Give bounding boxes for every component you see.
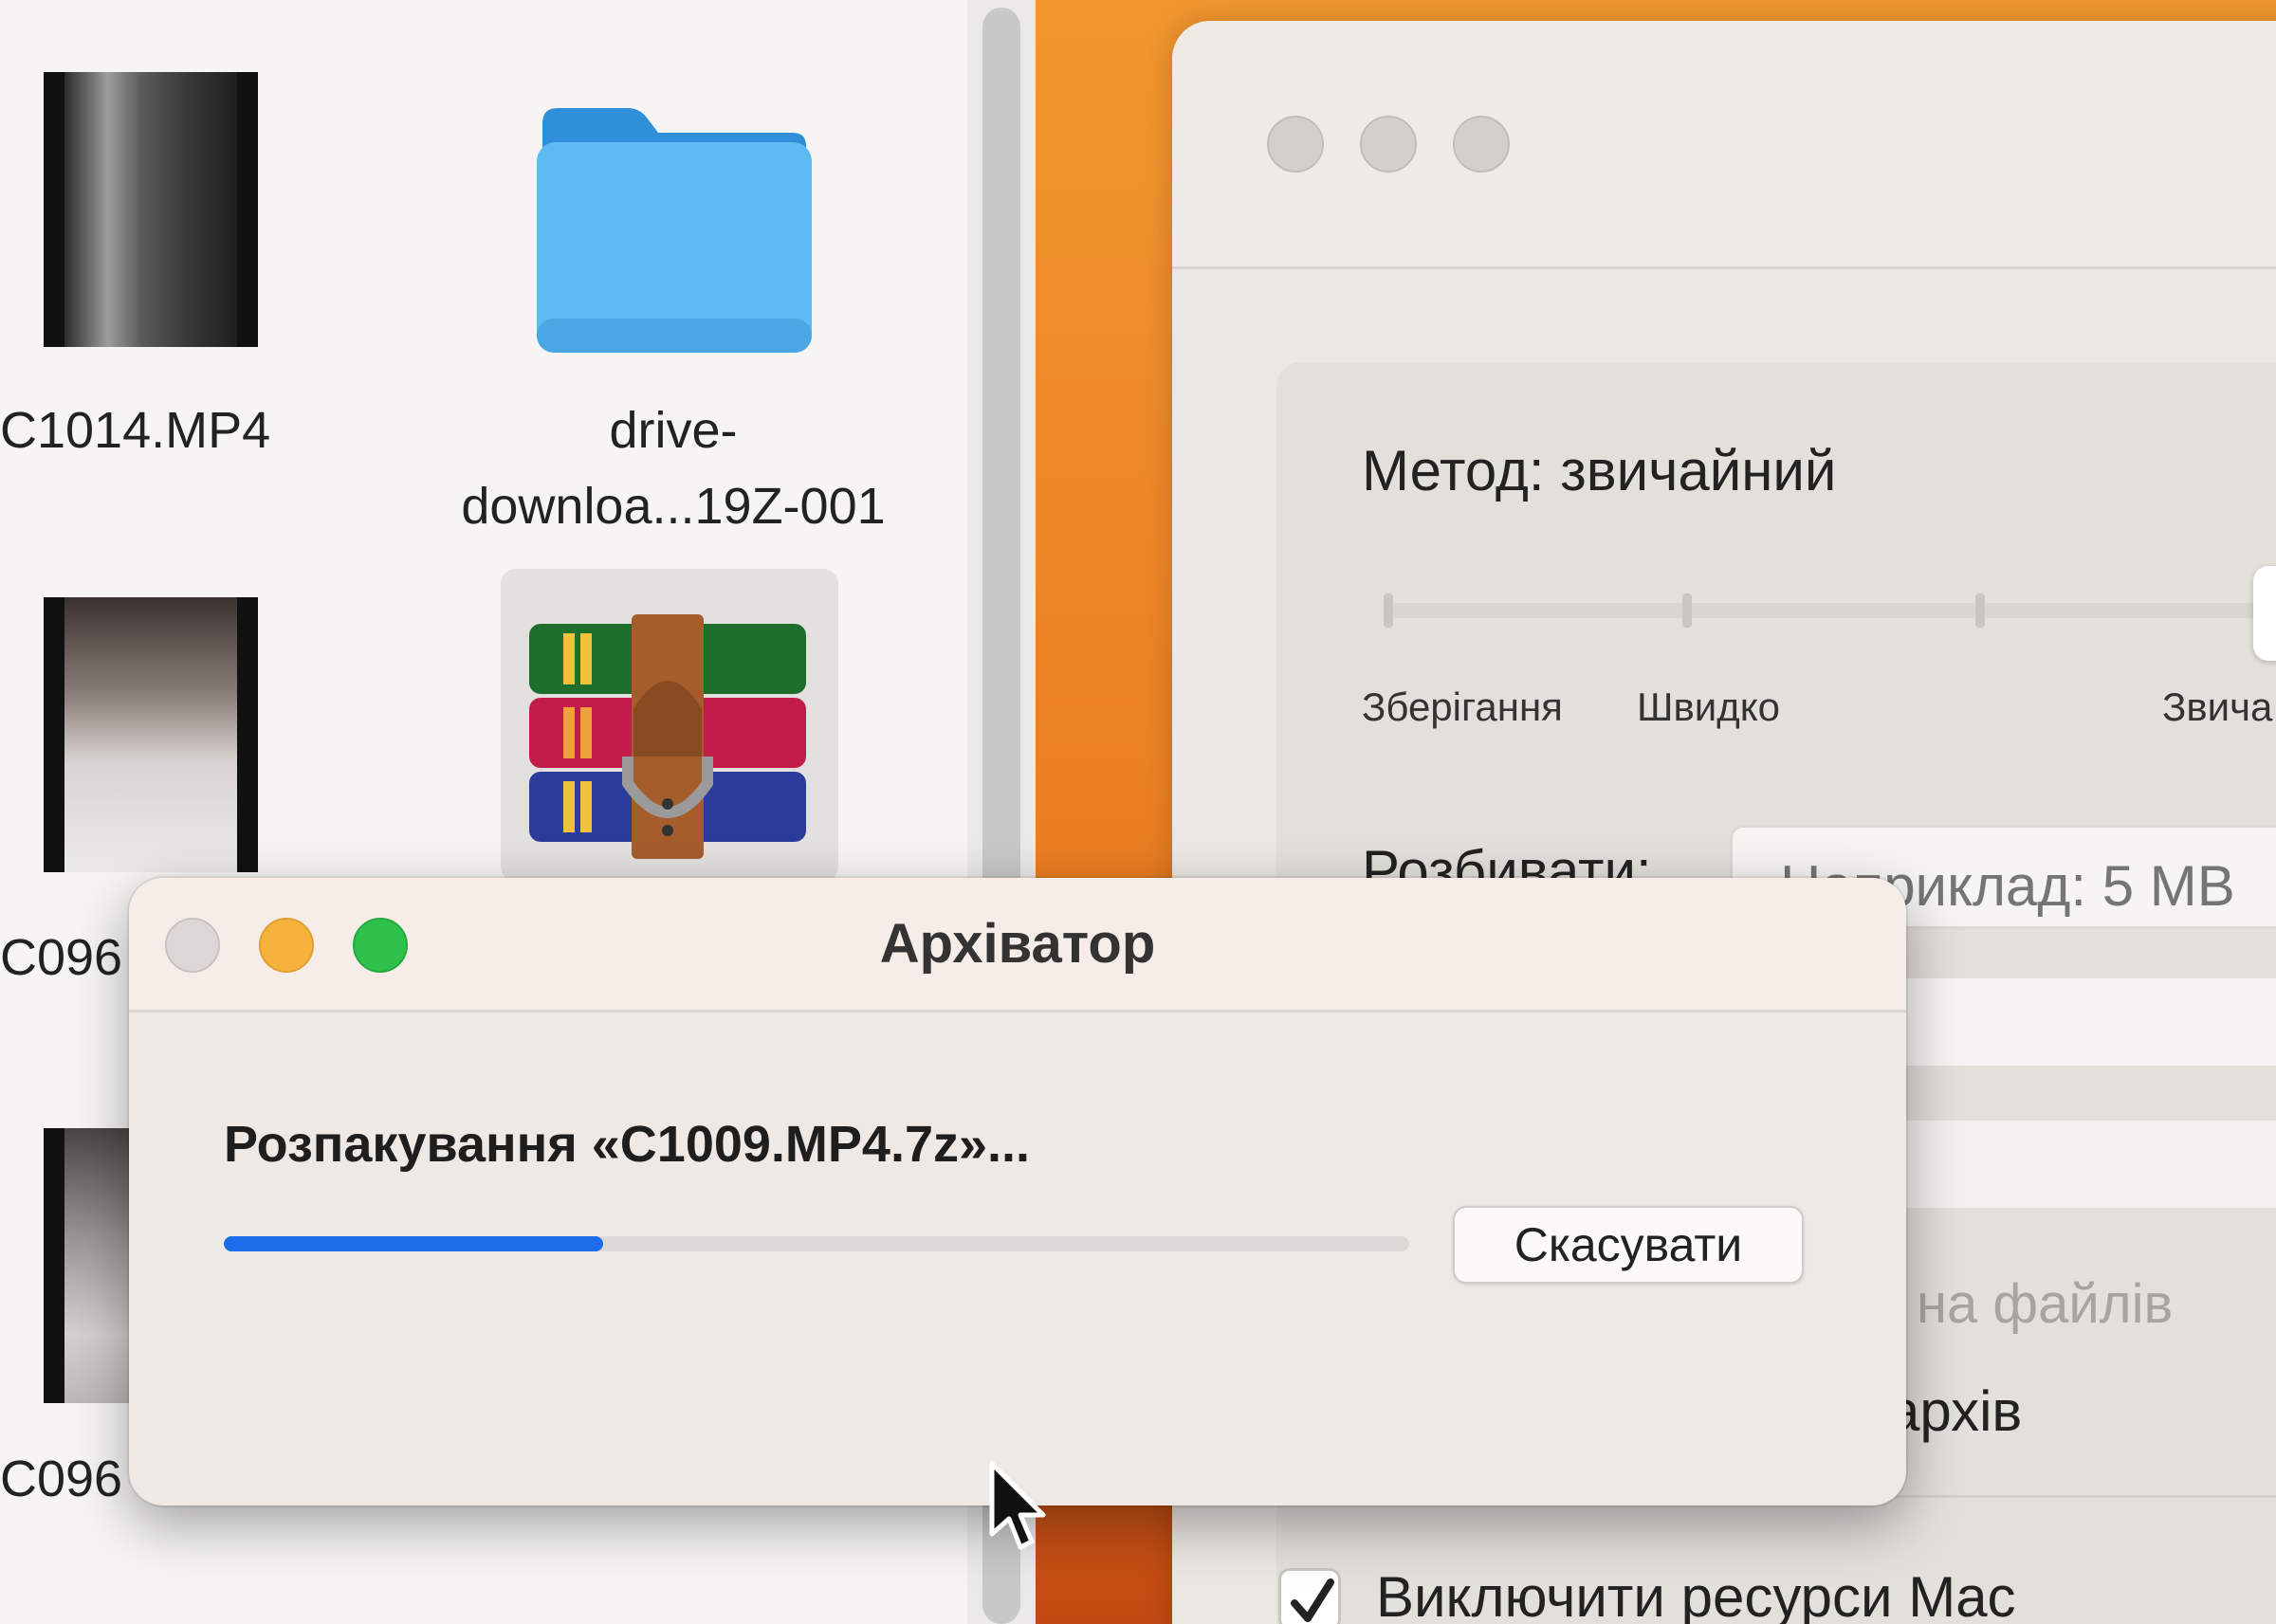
checkmark-icon: [1291, 1578, 1334, 1622]
file-item-archiver-app[interactable]: [501, 569, 838, 882]
minimize-button[interactable]: [1360, 116, 1417, 173]
file-label-line1: drive-: [609, 402, 738, 459]
slider-label-fast: Швидко: [1637, 684, 1780, 729]
archive-books-icon: [529, 614, 806, 859]
file-item-video[interactable]: C1014.MP4: [0, 0, 313, 493]
option-file-names: на файлів: [1917, 1273, 2174, 1335]
slider-tick: [1384, 593, 1393, 628]
archiver-dialog: Архіватор Розпакування «C1009.MP4.7z»...…: [129, 878, 1906, 1505]
slider-label-store: Зберігання: [1362, 684, 1563, 729]
mouse-cursor-icon: [989, 1461, 1046, 1550]
extraction-status-text: Розпакування «C1009.MP4.7z»...: [224, 1116, 1031, 1173]
exclude-mac-resources-checkbox[interactable]: [1278, 1568, 1341, 1624]
slider-label-normal: Звича: [2162, 684, 2273, 729]
progress-bar-fill: [224, 1236, 603, 1251]
method-label: Метод: звичайний: [1362, 439, 1837, 502]
cancel-button[interactable]: Скасувати: [1453, 1206, 1804, 1284]
video-thumbnail: [44, 72, 258, 347]
file-label-line2: downloa...19Z-001: [461, 478, 886, 535]
file-label: C1014.MP4: [0, 402, 271, 459]
dialog-titlebar: Архіватор: [129, 878, 1906, 1013]
slider-tick: [1975, 593, 1985, 628]
progress-bar: [224, 1236, 1409, 1251]
video-thumbnail: [44, 597, 258, 872]
exclude-mac-resources-label: Виключити ресурси Mac: [1376, 1565, 2016, 1624]
folder-icon: [537, 108, 812, 353]
close-button[interactable]: [1267, 116, 1324, 173]
dialog-title: Архіватор: [879, 913, 1156, 975]
file-item-folder[interactable]: drive- downloa...19Z-001: [398, 76, 948, 550]
option-archive: архів: [1888, 1379, 2023, 1443]
file-label: C096: [0, 929, 123, 986]
window-titlebar: [1172, 21, 2276, 269]
zoom-button[interactable]: [1453, 116, 1510, 173]
compression-slider-track[interactable]: [1386, 603, 2276, 618]
slider-tick: [1682, 593, 1692, 628]
compression-slider-knob[interactable]: [2253, 566, 2276, 661]
file-label: C096: [0, 1451, 123, 1507]
